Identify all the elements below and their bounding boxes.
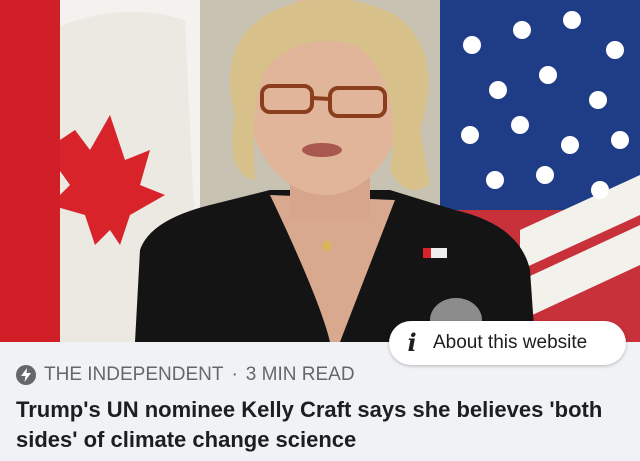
article-meta: THE INDEPENDENT · 3 MIN READ [16, 362, 355, 388]
instant-article-bolt-icon [16, 365, 36, 385]
info-icon: i [407, 328, 417, 357]
link-preview-card[interactable]: i About this website THE INDEPENDENT · 3… [0, 0, 640, 461]
photo-illustration [0, 0, 640, 342]
about-this-website-button[interactable]: i About this website [389, 321, 626, 365]
article-photo[interactable] [0, 0, 640, 342]
read-time: 3 MIN READ [245, 364, 355, 385]
about-this-website-label: About this website [433, 332, 588, 353]
meta-separator: · [231, 364, 238, 385]
source-name: THE INDEPENDENT [44, 364, 224, 385]
article-headline[interactable]: Trump's UN nominee Kelly Craft says she … [16, 395, 626, 455]
